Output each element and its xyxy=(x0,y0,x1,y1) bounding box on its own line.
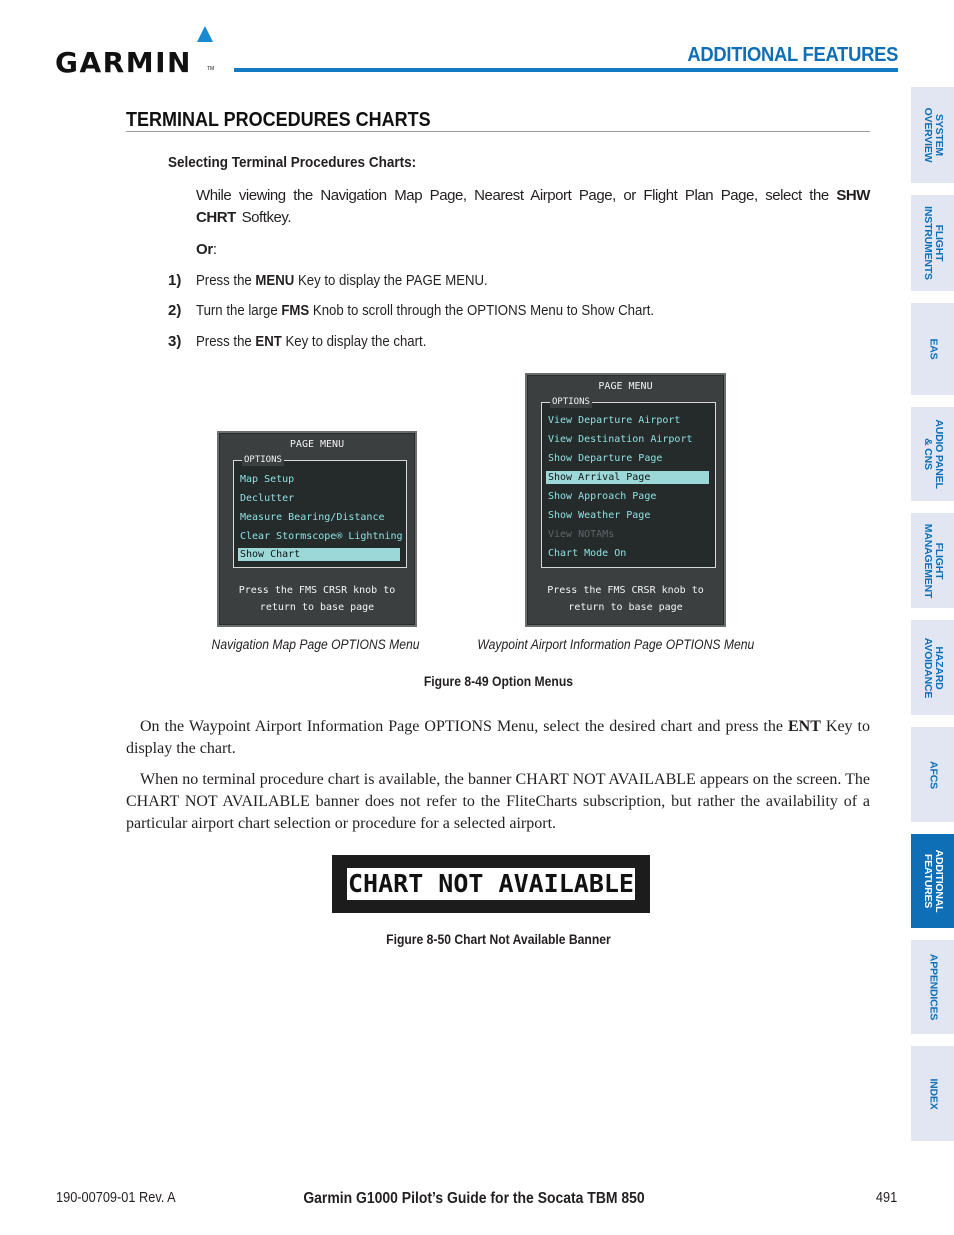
step-number: 1) xyxy=(168,272,182,289)
nav-menu-caption: Navigation Map Page OPTIONS Menu xyxy=(211,637,420,652)
tab-label: AUDIO PANEL & CNS xyxy=(921,419,945,489)
chart-not-available-banner: CHART NOT AVAILABLE xyxy=(332,855,650,913)
step-pre: Press the xyxy=(196,272,256,289)
trademark-mark: TM xyxy=(207,66,215,72)
menu-option-view-notams: View NOTAMs xyxy=(548,529,615,540)
side-tab-system-overview[interactable]: SYSTEM OVERVIEW xyxy=(911,87,954,183)
tab-label: FLIGHT MANAGEMENT xyxy=(921,523,945,598)
figure-50-caption: Figure 8-50 Chart Not Available Banner xyxy=(386,932,611,947)
menu-option-show-arrival-page[interactable]: Show Arrival Page xyxy=(546,471,709,484)
step-post: Key to display the PAGE MENU. xyxy=(294,272,488,289)
menu-option-measure-bearing[interactable]: Measure Bearing/Distance xyxy=(238,511,400,524)
banner-text: CHART NOT AVAILABLE xyxy=(347,868,635,900)
side-tab-additional-features[interactable]: ADDITIONAL FEATURES xyxy=(911,834,954,928)
tab-label: SYSTEM OVERVIEW xyxy=(921,107,945,163)
waypoint-airport-options-menu-screen: PAGE MENU OPTIONS View Departure Airport… xyxy=(525,373,726,627)
menu-hint-line-1: Press the FMS CRSR knob to xyxy=(547,585,704,596)
tab-label: APPENDICES xyxy=(927,953,939,1021)
body-paragraph-1: On the Waypoint Airport Information Page… xyxy=(126,716,870,760)
body-paragraph-2: When no terminal procedure chart is avai… xyxy=(126,771,870,832)
step-post: Knob to scroll through the OPTIONS Menu … xyxy=(309,302,655,319)
intro-text-2: Softkey. xyxy=(235,209,292,226)
menu-option-show-departure-page[interactable]: Show Departure Page xyxy=(546,452,709,465)
procedure-intro: While viewing the Navigation Map Page, N… xyxy=(196,185,870,229)
garmin-logo: GARMIN TM xyxy=(55,26,220,79)
options-box: OPTIONS View Departure Airport View Dest… xyxy=(541,396,716,568)
step-key: MENU xyxy=(255,272,295,289)
step-text: Press the ENT Key to display the chart. xyxy=(196,331,426,353)
step-text: Press the MENU Key to display the PAGE M… xyxy=(196,270,488,292)
or-text: Or xyxy=(196,241,213,258)
step-number: 2) xyxy=(168,302,182,319)
side-tab-hazard-avoidance[interactable]: HAZARD AVOIDANCE xyxy=(911,620,954,715)
menu-hint-line-2: return to base page xyxy=(568,602,683,613)
procedure-title: Selecting Terminal Procedures Charts: xyxy=(168,154,417,171)
menu-option-chart-mode-on[interactable]: Chart Mode On xyxy=(546,547,709,560)
page-menu-title: PAGE MENU xyxy=(289,439,345,450)
section-title: ADDITIONAL FEATURES xyxy=(687,44,898,66)
step-post: Key to display the chart. xyxy=(281,333,427,350)
step-pre: Press the xyxy=(196,333,256,350)
tab-label: ADDITIONAL FEATURES xyxy=(921,849,945,913)
heading-divider xyxy=(126,131,870,132)
side-tab-eas[interactable]: EAS xyxy=(911,303,954,395)
page-number: 491 xyxy=(875,1190,897,1206)
menu-option-declutter[interactable]: Declutter xyxy=(238,492,400,505)
menu-option-map-setup[interactable]: Map Setup xyxy=(238,473,400,486)
page-heading: TERMINAL PROCEDURES CHARTS xyxy=(126,109,431,131)
side-tab-appendices[interactable]: APPENDICES xyxy=(911,940,954,1034)
menu-option-show-chart[interactable]: Show Chart xyxy=(238,548,400,561)
menu-hint-line-2: return to base page xyxy=(259,602,375,613)
menu-option-view-destination-airport[interactable]: View Destination Airport xyxy=(546,433,709,446)
garmin-triangle-icon xyxy=(197,26,213,42)
menu-option-clear-stormscope[interactable]: Clear Stormscope® Lightning xyxy=(238,530,403,543)
side-tab-index[interactable]: INDEX xyxy=(911,1046,954,1141)
step-text: Turn the large FMS Knob to scroll throug… xyxy=(196,300,654,322)
menu-option-view-departure-airport[interactable]: View Departure Airport xyxy=(546,414,709,427)
tab-label: INDEX xyxy=(927,1077,939,1110)
tab-label: FLIGHT INSTRUMENTS xyxy=(921,206,945,280)
step-key: FMS xyxy=(281,302,310,319)
step-pre: Turn the large xyxy=(196,302,282,319)
options-label: OPTIONS xyxy=(550,396,592,408)
menu-option-show-approach-page[interactable]: Show Approach Page xyxy=(546,490,709,503)
footer-title: Garmin G1000 Pilot’s Guide for the Socat… xyxy=(303,1190,645,1207)
step-key: ENT xyxy=(255,333,282,350)
para1-text: On the Waypoint Airport Information Page… xyxy=(140,718,788,735)
side-tab-audio-panel-cns[interactable]: AUDIO PANEL & CNS xyxy=(911,407,954,501)
para1-key: ENT xyxy=(787,718,821,735)
figure-49-caption: Figure 8-49 Option Menus xyxy=(423,674,574,689)
tab-label: AFCS xyxy=(927,760,939,789)
waypoint-menu-caption: Waypoint Airport Information Page OPTION… xyxy=(477,637,755,652)
header-divider xyxy=(234,68,898,72)
nav-map-options-menu-screen: PAGE MENU OPTIONS Map Setup Declutter Me… xyxy=(217,431,417,627)
side-tab-flight-instruments[interactable]: FLIGHT INSTRUMENTS xyxy=(911,195,954,291)
tab-label: HAZARD AVOIDANCE xyxy=(921,637,945,698)
intro-text-1: While viewing the Navigation Map Page, N… xyxy=(196,187,837,204)
or-colon: : xyxy=(212,241,217,258)
page-menu-title: PAGE MENU xyxy=(598,381,653,392)
menu-hint-line-1: Press the FMS CRSR knob to xyxy=(238,585,396,596)
or-label: Or: xyxy=(196,239,217,261)
side-tab-flight-management[interactable]: FLIGHT MANAGEMENT xyxy=(911,513,954,608)
menu-option-show-weather-page[interactable]: Show Weather Page xyxy=(546,509,709,522)
options-box: OPTIONS Map Setup Declutter Measure Bear… xyxy=(233,454,407,568)
step-number: 3) xyxy=(168,333,182,350)
logo-wordmark: GARMIN xyxy=(55,46,192,79)
side-tab-afcs[interactable]: AFCS xyxy=(911,727,954,822)
options-label: OPTIONS xyxy=(242,454,284,466)
tab-label: EAS xyxy=(927,338,939,360)
